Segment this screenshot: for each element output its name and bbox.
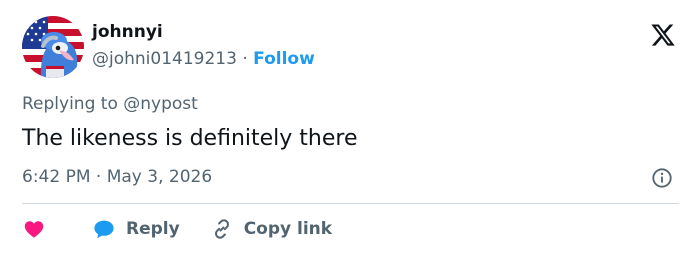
copy-link-button[interactable]: Copy link <box>180 217 332 241</box>
time-separator: · <box>90 167 107 187</box>
follow-button[interactable]: Follow <box>253 49 315 69</box>
reply-label: Reply <box>126 219 180 239</box>
replying-prefix: Replying to <box>22 94 124 114</box>
tweet-date[interactable]: May 3, 2026 <box>107 167 212 187</box>
avatar[interactable] <box>22 16 84 78</box>
handle-separator: · <box>236 49 254 69</box>
tweet-time[interactable]: 6:42 PM <box>22 167 91 187</box>
like-button[interactable] <box>22 217 46 241</box>
avatar-image <box>22 16 84 78</box>
display-name[interactable]: johnnyi <box>92 22 315 42</box>
replying-to-handle[interactable]: @nypost <box>123 94 198 114</box>
x-logo-icon[interactable] <box>650 22 676 48</box>
speech-bubble-icon <box>94 220 114 239</box>
tweet-header: johnnyi @johni01419213 · Follow <box>22 16 682 82</box>
copy-link-label: Copy link <box>243 219 333 239</box>
divider <box>22 203 679 204</box>
handle-row: @johni01419213 · Follow <box>92 48 315 70</box>
replying-to-line: Replying to @nypost <box>22 93 198 115</box>
user-names: johnnyi @johni01419213 · Follow <box>92 22 315 70</box>
heart-icon <box>24 221 44 238</box>
reply-button[interactable]: Reply <box>46 217 180 241</box>
tweet-timestamp: 6:42 PM · May 3, 2026 <box>22 166 212 188</box>
tweet-text: The likeness is definitely there <box>22 126 358 151</box>
link-icon <box>214 219 229 239</box>
info-icon[interactable] <box>651 167 673 189</box>
user-handle[interactable]: @johni01419213 <box>92 49 237 69</box>
action-bar: Reply Copy link <box>22 214 332 244</box>
